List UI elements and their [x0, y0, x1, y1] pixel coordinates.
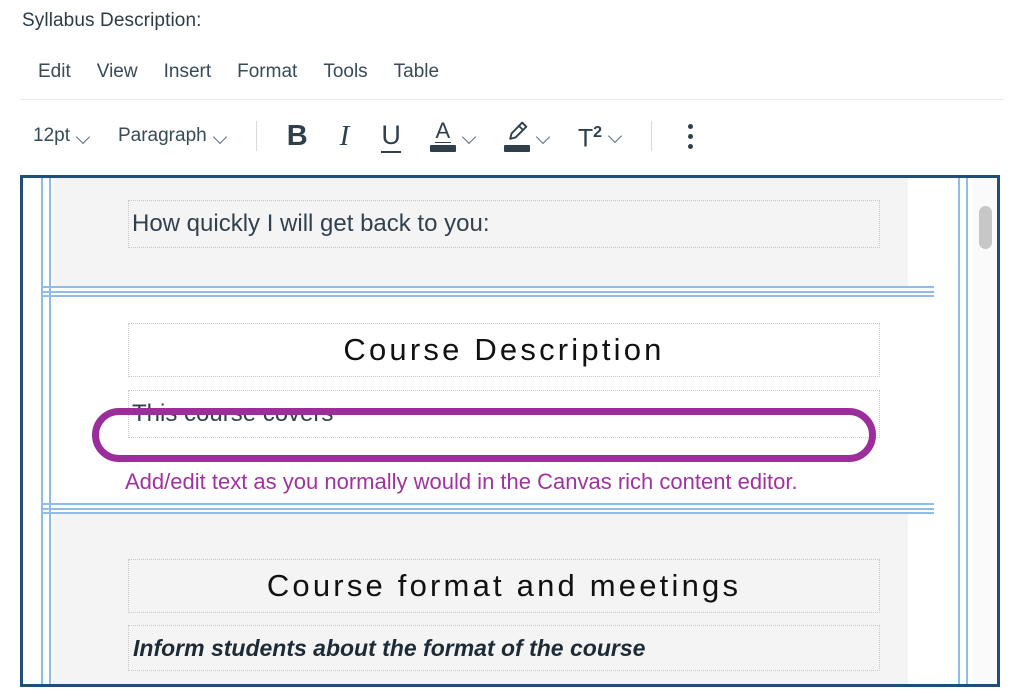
italic-icon: I [339, 120, 350, 152]
text-course-description-body: This course covers [132, 400, 334, 427]
table-border-rail [41, 178, 43, 684]
menubar-divider [20, 99, 1004, 100]
text-course-format-heading: Course format and meetings [266, 568, 742, 603]
toolbar-separator [255, 121, 257, 151]
underline-button[interactable]: U [368, 116, 414, 157]
editor-menubar: Edit View Insert Format Tools Table [20, 58, 452, 86]
text-color-icon: A [429, 118, 456, 152]
text-color-swatch-bar [429, 145, 456, 152]
menu-insert[interactable]: Insert [151, 58, 225, 86]
menu-edit[interactable]: Edit [20, 58, 84, 86]
menu-view[interactable]: View [84, 58, 151, 86]
highlighter-icon [503, 121, 530, 152]
text-course-format-body: Inform students about the format of the … [133, 635, 646, 661]
rich-content-editor[interactable]: How quickly I will get back to you: Cour… [20, 175, 1000, 687]
toolbar-separator [651, 121, 653, 151]
menu-format[interactable]: Format [224, 58, 310, 86]
superscript-button[interactable]: T2 [568, 114, 634, 157]
dot [688, 123, 694, 129]
highlighter-swatch-bar [503, 144, 530, 152]
more-options-icon [682, 122, 699, 151]
bold-icon: B [286, 120, 308, 152]
font-size-dropdown[interactable]: 12pt [23, 119, 102, 153]
superscript-icon: T2 [578, 118, 602, 153]
editor-toolbar: 12pt Paragraph B I U A T2 [20, 108, 715, 164]
highlighter-pen-glyph [509, 121, 528, 140]
section-course-format[interactable]: Course format and meetings Inform studen… [53, 514, 908, 684]
block-format-dropdown[interactable]: Paragraph [108, 119, 239, 153]
more-options-button[interactable] [669, 118, 712, 155]
text-color-letter: A [434, 118, 452, 143]
chevron-down-icon [214, 132, 229, 141]
cell-course-format-heading[interactable]: Course format and meetings [128, 559, 880, 613]
scrollbar-thumb[interactable] [979, 206, 992, 249]
section-response-time[interactable]: How quickly I will get back to you: [53, 178, 908, 286]
dot [688, 143, 694, 149]
chevron-down-icon[interactable] [537, 132, 552, 141]
bold-button[interactable]: B [274, 117, 321, 155]
table-border-rail [966, 178, 968, 684]
table-divider-band [41, 503, 934, 514]
syllabus-description-label: Syllabus Description: [22, 10, 202, 31]
table-border-rail [958, 178, 960, 684]
underline-icon: U [381, 120, 401, 153]
highlighter-button[interactable] [494, 117, 562, 156]
menu-tools[interactable]: Tools [310, 58, 380, 86]
cell-course-description-heading[interactable]: Course Description [128, 323, 880, 377]
table-border-rail [49, 178, 51, 684]
chevron-down-icon[interactable] [609, 131, 624, 140]
chevron-down-icon[interactable] [463, 132, 478, 141]
font-size-value: 12pt [33, 125, 70, 146]
cell-course-format-body[interactable]: Inform students about the format of the … [128, 625, 880, 671]
cell-response-time[interactable]: How quickly I will get back to you: [128, 200, 880, 248]
cell-course-description-body[interactable]: This course covers [128, 390, 880, 438]
dot [688, 133, 694, 139]
table-divider-band [41, 286, 934, 297]
annotation-callout-text: Add/edit text as you normally would in t… [125, 469, 798, 494]
superscript-base: T [577, 124, 594, 153]
block-format-value: Paragraph [117, 125, 207, 146]
italic-button[interactable]: I [327, 117, 363, 155]
vertical-scrollbar[interactable] [973, 178, 997, 684]
chevron-down-icon [77, 132, 92, 141]
text-response-time: How quickly I will get back to you: [132, 210, 490, 237]
text-course-description-heading: Course Description [343, 332, 665, 367]
menu-table[interactable]: Table [381, 58, 452, 86]
superscript-exponent: 2 [593, 124, 603, 142]
editor-content-area[interactable]: How quickly I will get back to you: Cour… [23, 178, 997, 684]
text-color-button[interactable]: A [420, 116, 488, 156]
